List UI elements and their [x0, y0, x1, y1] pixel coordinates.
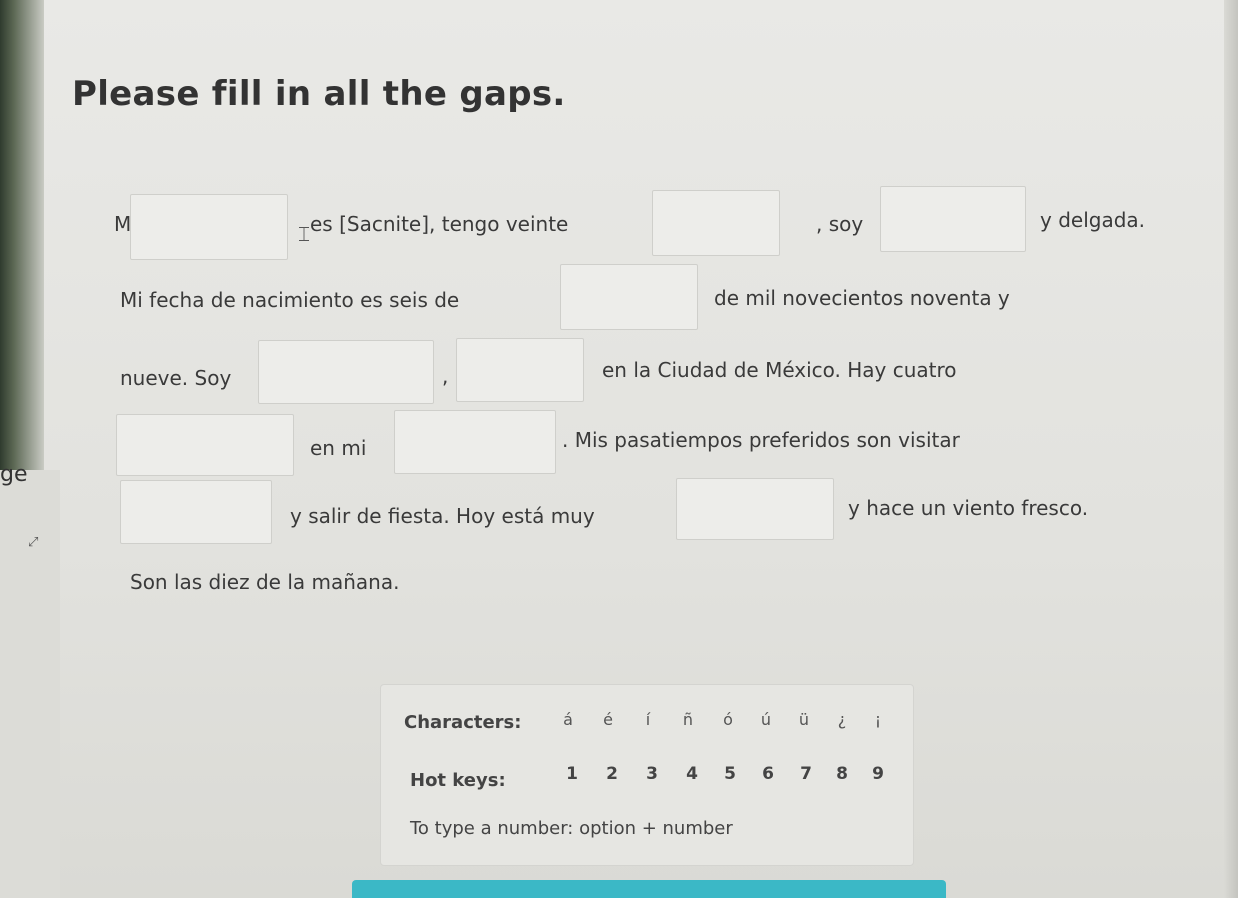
hotkeys-label: Hot keys:	[410, 770, 506, 791]
hotkey-5: 5	[724, 764, 736, 784]
hotkey-3: 3	[646, 764, 658, 784]
text-fragment-5: Mi fecha de nacimiento es seis de	[120, 288, 460, 312]
left-edge-text: ge	[0, 462, 28, 487]
right-background-strip	[1224, 0, 1238, 898]
hotkey-9: 9	[872, 764, 884, 784]
submit-button[interactable]	[352, 880, 946, 898]
expand-icon[interactable]: ⤢	[28, 536, 42, 550]
gap-input-10[interactable]	[676, 478, 834, 540]
hotkey-7: 7	[800, 764, 812, 784]
hotkey-4: 4	[686, 764, 698, 784]
hotkey-2: 2	[606, 764, 618, 784]
text-fragment-8: ,	[442, 364, 449, 388]
char-key-e-acute[interactable]: é	[598, 710, 618, 729]
text-cursor-icon: ⌶	[298, 222, 310, 246]
gap-input-7[interactable]	[116, 414, 294, 476]
text-fragment-2: es [Sacnite], tengo veinte	[310, 212, 569, 236]
hotkey-8: 8	[836, 764, 848, 784]
instructions-heading: Please fill in all the gaps.	[72, 74, 566, 114]
hotkey-6: 6	[762, 764, 774, 784]
char-key-i-acute[interactable]: í	[638, 710, 658, 729]
gap-input-9[interactable]	[120, 480, 272, 544]
number-entry-hint: To type a number: option + number	[410, 818, 733, 839]
char-key-n-tilde[interactable]: ñ	[678, 710, 698, 729]
text-fragment-4: y delgada.	[1040, 208, 1146, 232]
gap-input-8[interactable]	[394, 410, 556, 474]
char-key-u-acute[interactable]: ú	[756, 710, 776, 729]
gap-input-3[interactable]	[880, 186, 1026, 252]
gap-input-6[interactable]	[456, 338, 584, 402]
text-fragment-9: en la Ciudad de México. Hay cuatro	[602, 358, 957, 382]
text-fragment-11: . Mis pasatiempos preferidos son visitar	[562, 428, 960, 452]
text-fragment-14: Son las diez de la mañana.	[130, 570, 400, 594]
page: ge ⤢ Please fill in all the gaps. Mi ⌶ e…	[0, 0, 1238, 898]
char-key-o-acute[interactable]: ó	[718, 710, 738, 729]
char-key-inverted-question[interactable]: ¿	[832, 710, 852, 729]
char-key-u-umlaut[interactable]: ü	[794, 710, 814, 729]
text-fragment-12: y salir de fiesta. Hoy está muy	[290, 504, 595, 528]
gap-input-2[interactable]	[652, 190, 780, 256]
text-fragment-6: de mil novecientos noventa y	[714, 286, 1010, 310]
text-fragment-3: , soy	[816, 212, 864, 236]
text-fragment-7: nueve. Soy	[120, 366, 232, 390]
gap-input-5[interactable]	[258, 340, 434, 404]
char-key-inverted-exclamation[interactable]: ¡	[868, 710, 888, 729]
gap-input-1[interactable]	[130, 194, 288, 260]
gap-input-4[interactable]	[560, 264, 698, 330]
text-fragment-13: y hace un viento fresco.	[848, 496, 1089, 520]
char-key-a-acute[interactable]: á	[558, 710, 578, 729]
hotkey-1: 1	[566, 764, 578, 784]
characters-label: Characters:	[404, 712, 522, 733]
text-fragment-10: en mi	[310, 436, 367, 460]
